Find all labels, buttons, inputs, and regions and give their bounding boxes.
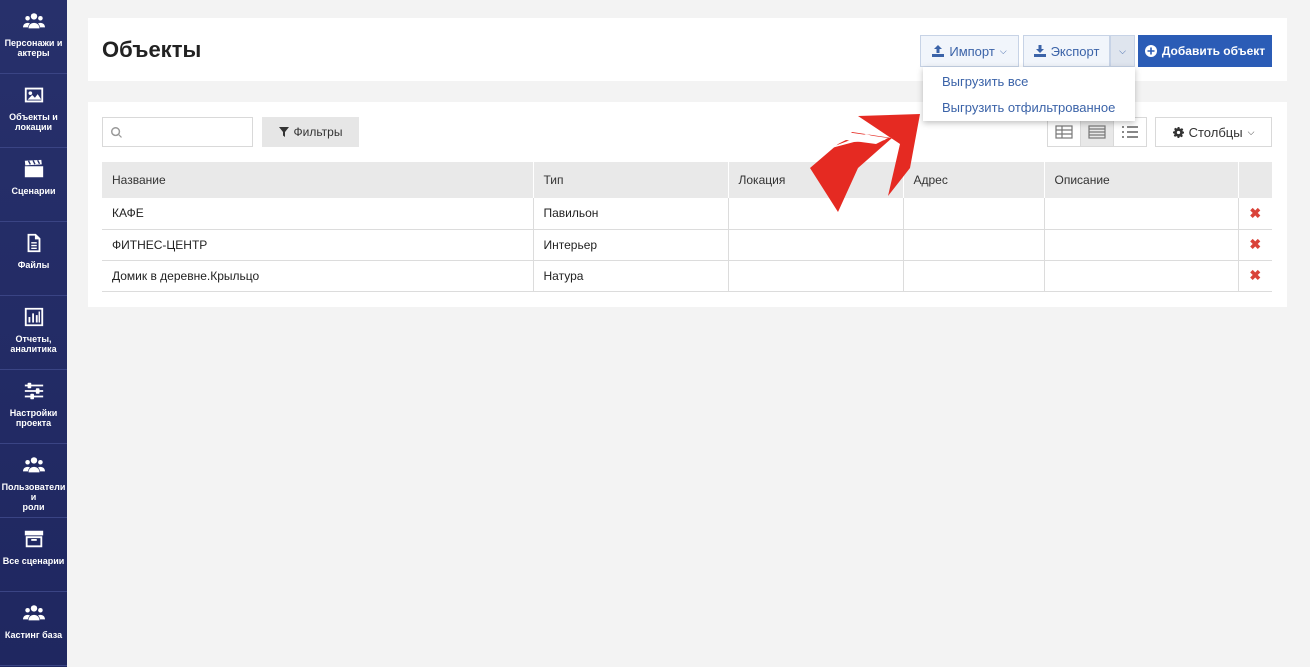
export-dropdown-menu: Выгрузить все Выгрузить отфильтрованное bbox=[923, 67, 1135, 121]
sidebar: Персонажи и актеры Объекты и локации Сце… bbox=[0, 0, 67, 667]
objects-table: Название Тип Локация Адрес Описание КАФЕ… bbox=[102, 162, 1272, 292]
people-icon bbox=[22, 457, 45, 473]
table-row[interactable]: Домик в деревне.Крыльцо Натура ✖ bbox=[102, 260, 1272, 291]
cell-type: Павильон bbox=[533, 198, 729, 229]
sidebar-item-label: Сценарии bbox=[11, 186, 56, 196]
sidebar-item-users[interactable]: Пользователи и роли bbox=[0, 444, 67, 518]
delete-icon[interactable]: ✖ bbox=[1249, 236, 1261, 252]
column-header-type[interactable]: Тип bbox=[533, 162, 729, 198]
sidebar-item-settings[interactable]: Настройки проекта bbox=[0, 370, 67, 444]
gear-icon bbox=[1172, 126, 1184, 138]
cell-name: Домик в деревне.Крыльцо bbox=[102, 260, 534, 291]
search-icon bbox=[111, 127, 122, 138]
cell-address bbox=[903, 260, 1045, 291]
upload-icon bbox=[932, 45, 945, 57]
delete-icon[interactable]: ✖ bbox=[1249, 267, 1261, 283]
image-icon bbox=[24, 87, 43, 103]
cell-description bbox=[1044, 229, 1239, 260]
chevron-down-icon: ⌵ bbox=[999, 45, 1007, 56]
download-icon bbox=[1033, 45, 1046, 57]
sidebar-item-casting[interactable]: Кастинг база bbox=[0, 592, 67, 666]
annotation-arrow-icon bbox=[806, 114, 920, 212]
chevron-down-icon: ⌵ bbox=[1119, 45, 1126, 56]
table-row[interactable]: ФИТНЕС-ЦЕНТР Интерьер ✖ bbox=[102, 229, 1272, 260]
filter-icon bbox=[278, 127, 289, 137]
view-switcher bbox=[1047, 117, 1147, 147]
export-filtered-item[interactable]: Выгрузить отфильтрованное bbox=[942, 100, 1115, 115]
plus-circle-icon bbox=[1144, 45, 1157, 57]
file-icon bbox=[27, 233, 40, 253]
cell-name: ФИТНЕС-ЦЕНТР bbox=[102, 229, 534, 260]
clapperboard-icon bbox=[24, 159, 43, 178]
import-label: Импорт bbox=[949, 43, 995, 59]
sidebar-item-files[interactable]: Файлы bbox=[0, 222, 67, 296]
page-title: Объекты bbox=[102, 37, 202, 62]
export-label: Экспорт bbox=[1050, 43, 1100, 59]
filters-label: Фильтры bbox=[293, 125, 343, 139]
add-object-label: Добавить объект bbox=[1161, 44, 1266, 58]
export-all-item[interactable]: Выгрузить все bbox=[942, 74, 1028, 89]
sidebar-item-label: Все сценарии bbox=[2, 556, 65, 566]
table-view-button[interactable] bbox=[1081, 118, 1114, 146]
cell-type: Интерьер bbox=[533, 229, 729, 260]
sidebar-item-label: Пользователи и роли bbox=[1, 482, 66, 512]
cell-description bbox=[1044, 260, 1239, 291]
cell-address bbox=[903, 198, 1045, 229]
sidebar-item-reports[interactable]: Отчеты, аналитика bbox=[0, 296, 67, 370]
export-button[interactable]: Экспорт bbox=[1023, 35, 1110, 67]
import-button[interactable]: Импорт ⌵ bbox=[920, 35, 1019, 67]
columns-label: Столбцы bbox=[1188, 124, 1243, 140]
column-header-name[interactable]: Название bbox=[102, 162, 534, 198]
cell-location bbox=[728, 229, 904, 260]
search-input[interactable] bbox=[102, 117, 253, 147]
sidebar-item-all-scenarios[interactable]: Все сценарии bbox=[0, 518, 67, 592]
table-header-row: Название Тип Локация Адрес Описание bbox=[102, 162, 1272, 198]
chevron-down-icon: ⌵ bbox=[1247, 126, 1255, 137]
export-dropdown-toggle[interactable]: ⌵ bbox=[1110, 35, 1135, 67]
add-object-button[interactable]: Добавить объект bbox=[1138, 35, 1272, 67]
sidebar-item-label: Настройки проекта bbox=[9, 408, 58, 428]
columns-button[interactable]: Столбцы ⌵ bbox=[1155, 117, 1272, 147]
cell-location bbox=[728, 260, 904, 291]
people-icon bbox=[22, 13, 45, 29]
grid-view-button[interactable] bbox=[1048, 118, 1081, 146]
table-rows-icon bbox=[1088, 125, 1106, 139]
people-icon bbox=[22, 605, 45, 621]
archive-icon bbox=[24, 530, 43, 548]
sidebar-item-scenarios[interactable]: Сценарии bbox=[0, 148, 67, 222]
cell-type: Натура bbox=[533, 260, 729, 291]
column-header-address[interactable]: Адрес bbox=[903, 162, 1045, 198]
column-header-actions bbox=[1238, 162, 1272, 198]
table-grid-icon bbox=[1055, 125, 1073, 139]
sliders-icon bbox=[24, 382, 43, 400]
sidebar-item-label: Объекты и локации bbox=[9, 112, 58, 132]
sidebar-item-label: Кастинг база bbox=[4, 630, 63, 640]
cell-description bbox=[1044, 198, 1239, 229]
sidebar-item-label: Файлы bbox=[17, 260, 50, 270]
bar-chart-icon bbox=[24, 307, 43, 327]
list-view-button[interactable] bbox=[1114, 118, 1146, 146]
objects-panel: Фильтры Столбцы ⌵ Название Тип Локация А… bbox=[88, 102, 1287, 307]
delete-icon[interactable]: ✖ bbox=[1249, 205, 1261, 221]
cell-address bbox=[903, 229, 1045, 260]
sidebar-item-characters[interactable]: Персонажи и актеры bbox=[0, 0, 67, 74]
sidebar-item-objects[interactable]: Объекты и локации bbox=[0, 74, 67, 148]
sidebar-item-label: Персонажи и актеры bbox=[4, 38, 63, 58]
list-icon bbox=[1122, 126, 1138, 138]
sidebar-item-label: Отчеты, аналитика bbox=[10, 334, 57, 354]
cell-name: КАФЕ bbox=[102, 198, 534, 229]
table-row[interactable]: КАФЕ Павильон ✖ bbox=[102, 198, 1272, 229]
filters-button[interactable]: Фильтры bbox=[262, 117, 359, 147]
column-header-description[interactable]: Описание bbox=[1044, 162, 1239, 198]
